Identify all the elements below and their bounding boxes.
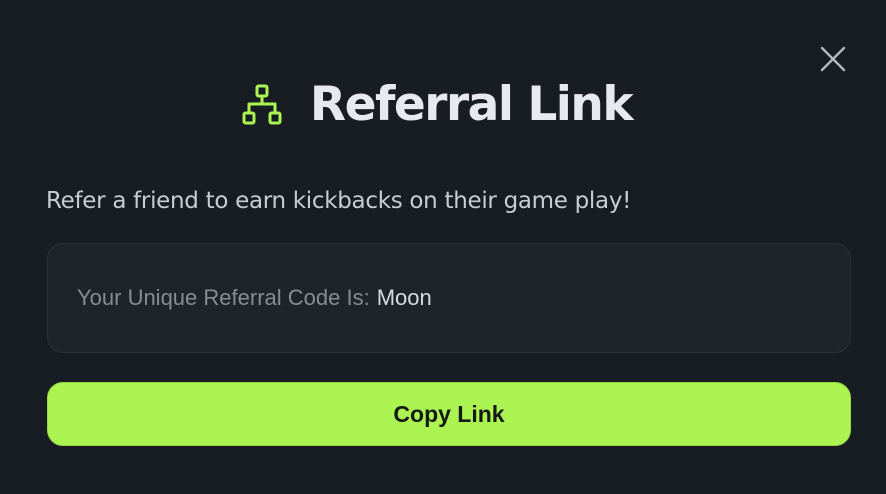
close-icon — [820, 46, 846, 72]
network-tree-icon — [240, 83, 284, 127]
referral-modal: Referral Link Refer a friend to earn kic… — [0, 0, 886, 494]
close-button[interactable] — [818, 44, 848, 74]
modal-title: Referral Link — [309, 77, 634, 132]
referral-code-value[interactable]: Moon — [377, 285, 432, 311]
referral-code-box: Your Unique Referral Code Is: Moon — [47, 243, 851, 353]
copy-link-button[interactable]: Copy Link — [47, 382, 851, 446]
modal-header: Referral Link — [0, 72, 886, 138]
modal-subtitle: Refer a friend to earn kickbacks on thei… — [46, 188, 632, 214]
referral-code-label: Your Unique Referral Code Is: — [77, 285, 370, 310]
copy-link-label: Copy Link — [393, 400, 505, 427]
